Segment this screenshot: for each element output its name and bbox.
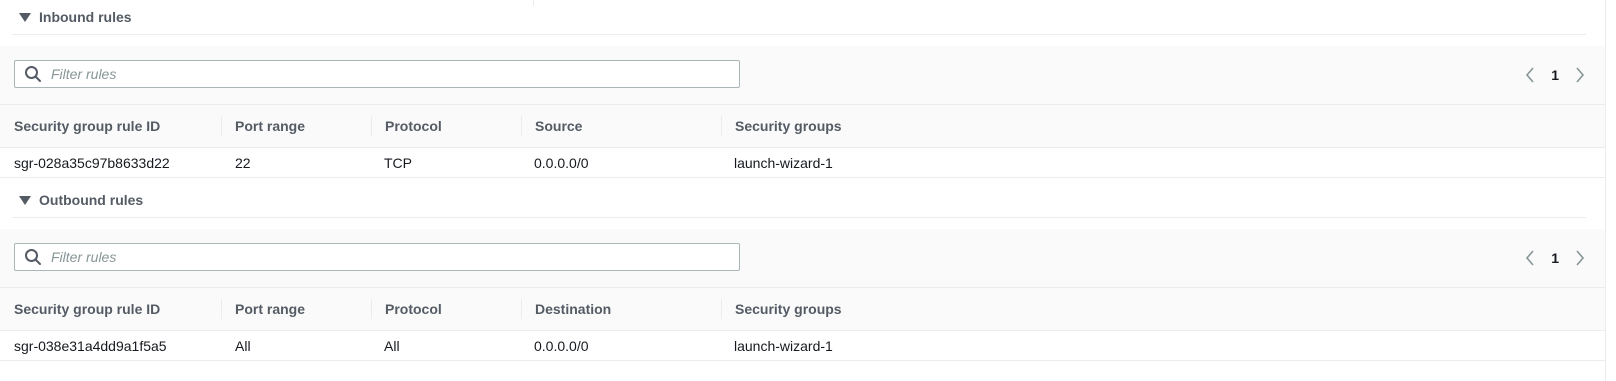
inbound-pagination: 1 [1520,64,1590,86]
table-header: Security group rule ID Port range Protoc… [0,288,1606,331]
outbound-filter-bar: 1 [0,229,1606,288]
chevron-right-icon [1576,67,1585,83]
column-separator[interactable] [521,299,522,319]
column-header-protocol[interactable]: Protocol [371,105,442,147]
column-header-rule-id[interactable]: Security group rule ID [14,105,160,147]
inbound-next-page-button[interactable] [1570,64,1590,86]
table-row[interactable]: sgr-028a35c97b8633d22 22 TCP 0.0.0.0/0 l… [0,148,1606,178]
column-separator[interactable] [521,116,522,136]
column-header-source[interactable]: Source [521,105,583,147]
cell-rule-id: sgr-028a35c97b8633d22 [14,154,170,171]
chevron-left-icon [1526,67,1534,83]
chevron-right-icon [1576,250,1585,266]
column-header-label: Security groups [735,118,842,134]
inbound-filter-input[interactable] [47,62,739,86]
column-header-rule-id[interactable]: Security group rule ID [14,288,160,330]
inbound-prev-page-button[interactable] [1520,64,1540,86]
column-separator[interactable] [721,116,722,136]
caret-down-icon [19,13,31,22]
inbound-current-page[interactable]: 1 [1551,67,1559,83]
outbound-filter-input[interactable] [47,245,739,269]
column-separator[interactable] [221,299,222,319]
cell-destination: 0.0.0.0/0 [534,337,589,354]
outbound-rules-table: Security group rule ID Port range Protoc… [0,288,1606,361]
column-header-label: Protocol [385,301,442,317]
outbound-search-box[interactable] [14,243,740,271]
inbound-rules-title: Inbound rules [39,9,132,25]
caret-down-icon [19,196,31,205]
column-header-port-range[interactable]: Port range [221,288,306,330]
cell-port-range: 22 [235,154,251,171]
column-header-protocol[interactable]: Protocol [371,288,442,330]
inbound-rules-table: Security group rule ID Port range Protoc… [0,105,1606,178]
column-separator[interactable] [371,299,372,319]
search-icon [25,249,41,265]
inbound-rules-toggle[interactable]: Inbound rules [12,0,1586,35]
column-header-destination[interactable]: Destination [521,288,612,330]
column-header-security-groups[interactable]: Security groups [721,288,842,330]
column-header-label: Security groups [735,301,842,317]
security-group-rules-panel: Inbound rules 1 [0,0,1616,381]
column-header-label: Protocol [385,118,442,134]
outbound-prev-page-button[interactable] [1520,247,1540,269]
outbound-current-page[interactable]: 1 [1551,250,1559,266]
column-header-label: Destination [535,301,612,317]
outbound-rules-toggle[interactable]: Outbound rules [12,183,1586,218]
inbound-rules-section: Inbound rules 1 [0,0,1606,178]
cell-security-groups: launch-wizard-1 [734,337,833,354]
cell-port-range: All [235,337,251,354]
column-separator[interactable] [371,116,372,136]
search-icon [25,66,41,82]
outbound-pagination: 1 [1520,247,1590,269]
chevron-left-icon [1526,250,1534,266]
outbound-next-page-button[interactable] [1570,247,1590,269]
column-separator[interactable] [721,299,722,319]
outbound-rules-title: Outbound rules [39,192,144,208]
cell-rule-id: sgr-038e31a4dd9a1f5a5 [14,337,167,354]
column-separator[interactable] [221,116,222,136]
column-header-security-groups[interactable]: Security groups [721,105,842,147]
cell-source: 0.0.0.0/0 [534,154,589,171]
inbound-filter-bar: 1 [0,46,1606,105]
table-header: Security group rule ID Port range Protoc… [0,105,1606,148]
inbound-search-box[interactable] [14,60,740,88]
column-header-label: Port range [235,301,306,317]
cell-security-groups: launch-wizard-1 [734,154,833,171]
column-header-port-range[interactable]: Port range [221,105,306,147]
vertical-scrollbar[interactable] [1605,0,1616,381]
table-row[interactable]: sgr-038e31a4dd9a1f5a5 All All 0.0.0.0/0 … [0,331,1606,361]
column-header-label: Source [535,118,583,134]
cell-protocol: All [384,337,400,354]
cell-protocol: TCP [384,154,412,171]
outbound-rules-section: Outbound rules 1 [0,183,1606,361]
column-header-label: Port range [235,118,306,134]
